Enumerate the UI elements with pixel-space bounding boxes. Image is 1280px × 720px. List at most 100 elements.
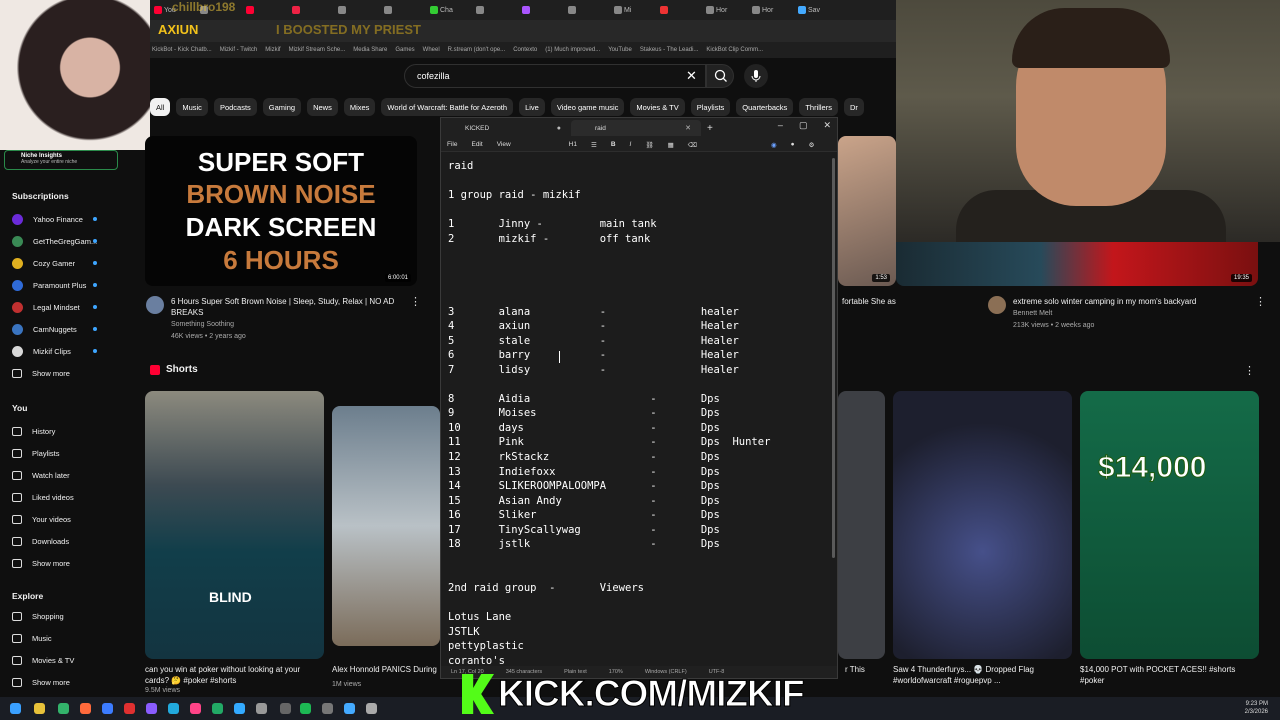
sidebar-item[interactable]: Your videos <box>12 511 71 527</box>
taskbar-app-icon[interactable] <box>168 703 179 714</box>
sidebar-item[interactable]: Liked videos <box>12 489 74 505</box>
taskbar-app-icon[interactable] <box>322 703 333 714</box>
bookmark-item[interactable]: KickBot - Kick Chatb... <box>152 47 212 53</box>
taskbar-app-icon[interactable] <box>124 703 135 714</box>
video-channel[interactable]: Bennett Melt <box>1013 309 1052 319</box>
video-title[interactable]: extreme solo winter camping in my mom's … <box>1013 296 1253 307</box>
filter-chip[interactable]: Dr <box>843 98 864 116</box>
video-channel[interactable]: Something Soothing <box>171 320 234 330</box>
filter-chip[interactable]: Music <box>176 98 208 116</box>
menu-view[interactable]: View <box>497 141 511 148</box>
bookmark-item[interactable]: Games <box>395 47 414 53</box>
short-title[interactable]: Alex Honnold PANICS During <box>332 664 442 675</box>
short-title[interactable]: r This <box>845 664 865 675</box>
tab-close-icon[interactable]: ✕ <box>685 124 691 132</box>
filter-chip[interactable]: Movies & TV <box>630 98 685 116</box>
sidebar-item[interactable]: Music <box>12 630 52 646</box>
filter-chip[interactable]: All <box>150 98 171 116</box>
notepad-window[interactable]: KICKED ● raid ✕ + – ▢ ✕ File Edit View H… <box>440 117 838 679</box>
notepad-tab[interactable]: KICKED ● <box>441 120 571 136</box>
bookmark-item[interactable]: Wheel <box>423 47 440 53</box>
taskbar-app-icon[interactable] <box>102 703 113 714</box>
taskbar-app-icon[interactable] <box>10 703 21 714</box>
taskbar-app-icon[interactable] <box>256 703 267 714</box>
short-title[interactable]: can you win at poker without looking at … <box>145 664 315 686</box>
taskbar-app-icon[interactable] <box>212 703 223 714</box>
close-icon[interactable]: ✕ <box>823 120 831 131</box>
browser-tab[interactable] <box>334 1 378 19</box>
taskbar-app-icon[interactable] <box>58 703 69 714</box>
copilot-icon[interactable]: ◉ <box>771 141 777 149</box>
heading-select[interactable]: H1 <box>569 141 577 148</box>
table-icon[interactable]: ▦ <box>668 141 674 149</box>
bookmark-item[interactable]: Mizkif Stream Sche... <box>289 47 346 53</box>
filter-chip[interactable]: Playlists <box>690 98 731 116</box>
browser-tab[interactable]: Hor <box>748 1 792 19</box>
browser-tab[interactable] <box>472 1 516 19</box>
taskbar-app-icon[interactable] <box>234 703 245 714</box>
filter-chip[interactable]: Gaming <box>262 98 302 116</box>
sidebar-item[interactable]: Legal Mindset <box>12 299 127 315</box>
bookmark-item[interactable]: KickBot Clip Comm... <box>706 47 763 53</box>
taskbar-app-icon[interactable] <box>146 703 157 714</box>
video-title[interactable]: 6 Hours Super Soft Brown Noise | Sleep, … <box>171 296 406 318</box>
taskbar-app-icon[interactable] <box>300 703 311 714</box>
sidebar-item[interactable]: Show more <box>12 365 70 381</box>
more-options-icon[interactable]: ⋮ <box>410 295 421 308</box>
new-tab-icon[interactable]: + <box>707 123 713 134</box>
sidebar-item[interactable]: Watch later <box>12 467 70 483</box>
bookmark-item[interactable]: Contexto <box>513 47 537 53</box>
browser-tab[interactable] <box>564 1 608 19</box>
taskbar-app-icon[interactable] <box>190 703 201 714</box>
search-input[interactable]: cofezilla <box>404 64 706 88</box>
video-thumbnail-winter-camping[interactable]: 19:35 <box>896 242 1258 286</box>
sidebar-item[interactable]: GetTheGregGam... <box>12 233 127 249</box>
notepad-tab[interactable]: raid ✕ <box>571 120 701 136</box>
taskbar-app-icon[interactable] <box>280 703 291 714</box>
browser-tab[interactable]: Mi <box>610 1 654 19</box>
sidebar-item[interactable]: CamNuggets <box>12 321 127 337</box>
filter-chip[interactable]: Live <box>519 98 545 116</box>
filter-chip[interactable]: Mixes <box>343 98 376 116</box>
channel-avatar[interactable] <box>146 296 164 314</box>
browser-tab[interactable] <box>380 1 424 19</box>
clear-search-icon[interactable]: ✕ <box>686 68 697 84</box>
italic-icon[interactable]: I <box>630 141 632 148</box>
list-icon[interactable]: ☰ <box>591 141 597 149</box>
maximize-icon[interactable]: ▢ <box>799 120 808 131</box>
link-icon[interactable]: ⛓ <box>645 141 653 149</box>
sidebar-item[interactable]: Shopping <box>12 608 64 624</box>
clear-format-icon[interactable]: ⌫ <box>688 141 697 149</box>
sidebar-item[interactable]: Playlists <box>12 445 60 461</box>
bookmark-item[interactable]: R.stream (don't ope... <box>448 47 506 53</box>
channel-avatar[interactable] <box>988 296 1006 314</box>
bold-icon[interactable]: B <box>611 141 616 148</box>
video-thumbnail-brown-noise[interactable]: SUPER SOFT BROWN NOISE DARK SCREEN 6 HOU… <box>145 136 417 286</box>
browser-tab[interactable]: Hor <box>702 1 746 19</box>
browser-tab[interactable]: Sav <box>794 1 838 19</box>
sidebar-item[interactable]: Cozy Gamer <box>12 255 127 271</box>
sidebar-section-heading[interactable]: Subscriptions <box>12 191 69 201</box>
short-thumbnail[interactable] <box>838 391 885 659</box>
sidebar-item[interactable]: Show more <box>12 674 70 690</box>
bookmark-item[interactable]: YouTube <box>608 47 632 53</box>
bookmark-item[interactable]: Mizkif <box>265 47 280 53</box>
short-thumbnail[interactable] <box>893 391 1072 659</box>
sidebar-section-heading[interactable]: You <box>12 403 27 413</box>
browser-tab[interactable] <box>518 1 562 19</box>
browser-tab[interactable]: Cha <box>426 1 470 19</box>
notepad-text-area[interactable]: raid 1 group raid - mizkif 1 Jinny - main … <box>448 160 828 665</box>
video-title-partial[interactable]: fortable She asks him to End <box>842 296 896 307</box>
short-thumbnail[interactable] <box>332 406 440 646</box>
bookmark-item[interactable]: (1) Much improved... <box>545 47 600 53</box>
bookmark-item[interactable]: Stakeus - The Leadi... <box>640 47 699 53</box>
more-options-icon[interactable]: ⋮ <box>1255 295 1266 308</box>
sidebar-section-heading[interactable]: Explore <box>12 591 43 601</box>
menu-file[interactable]: File <box>447 141 457 148</box>
filter-chip[interactable]: World of Warcraft: Battle for Azeroth <box>381 98 514 116</box>
video-thumbnail-partial[interactable]: 1:53 <box>838 136 896 286</box>
menu-edit[interactable]: Edit <box>471 141 482 148</box>
short-title[interactable]: Saw 4 Thunderfurys... 💀 Dropped Flag #wo… <box>893 664 1063 686</box>
taskbar-app-icon[interactable] <box>34 703 45 714</box>
search-button[interactable] <box>706 64 734 88</box>
